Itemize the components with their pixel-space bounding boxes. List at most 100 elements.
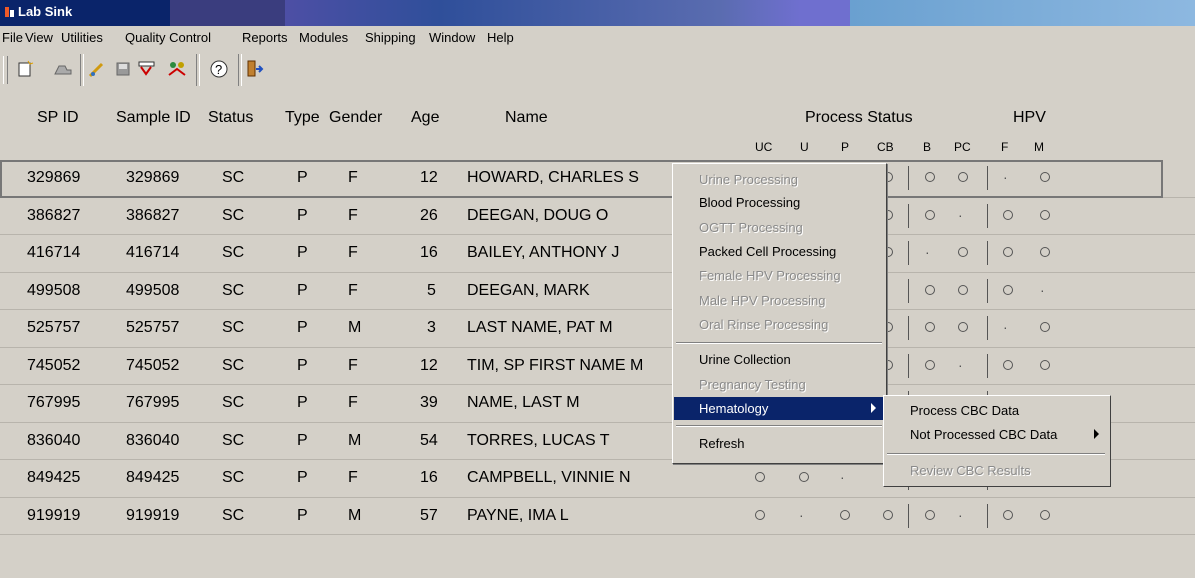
cell-status: SC bbox=[222, 506, 245, 524]
cell-status: SC bbox=[222, 281, 245, 299]
cell-type: P bbox=[297, 281, 308, 299]
menu-item-refresh[interactable]: Refresh bbox=[674, 432, 884, 455]
menu-item-urine-collection[interactable]: Urine Collection bbox=[674, 348, 884, 371]
status-dot-icon: · bbox=[958, 206, 963, 223]
cell-name: TIM, SP FIRST NAME M bbox=[467, 356, 644, 374]
cell-status: SC bbox=[222, 356, 245, 374]
column-divider bbox=[908, 278, 909, 303]
menu-item-ogtt-processing[interactable]: OGTT Processing bbox=[674, 216, 884, 239]
menu-item-male-hpv-processing[interactable]: Male HPV Processing bbox=[674, 289, 884, 312]
menu-item-packed-cell-processing[interactable]: Packed Cell Processing bbox=[674, 240, 884, 263]
disk-icon[interactable] bbox=[112, 58, 134, 80]
cell-sp-id: 416714 bbox=[27, 244, 81, 261]
exit-icon[interactable] bbox=[244, 58, 266, 80]
cell-sp-id: 525757 bbox=[27, 319, 81, 336]
app-icon bbox=[5, 7, 14, 17]
menu-item-label: Blood Processing bbox=[699, 195, 801, 210]
table-row[interactable]: 386827386827SCPF26DEEGAN, DOUG O·· bbox=[0, 198, 1195, 235]
col-sp-id[interactable]: SP ID bbox=[37, 109, 79, 127]
cell-gender: F bbox=[348, 394, 358, 411]
col-type[interactable]: Type bbox=[285, 109, 320, 127]
menu-file[interactable]: File bbox=[2, 30, 23, 45]
cell-type: P bbox=[297, 506, 308, 524]
col-sample-id[interactable]: Sample ID bbox=[116, 109, 191, 127]
menu-item-review-cbc-results[interactable]: Review CBC Results bbox=[885, 459, 1107, 482]
cell-age: 3 bbox=[427, 319, 436, 336]
status-circle-icon bbox=[925, 284, 935, 295]
menu-reports[interactable]: Reports bbox=[242, 30, 288, 45]
menu-modules[interactable]: Modules bbox=[299, 30, 348, 45]
menu-utilities[interactable]: Utilities bbox=[61, 30, 103, 45]
cell-sample-id: 767995 bbox=[126, 394, 180, 411]
menu-item-oral-rinse-processing[interactable]: Oral Rinse Processing bbox=[674, 313, 884, 336]
table-row[interactable]: 416714416714SCPF16BAILEY, ANTHONY J·· bbox=[0, 235, 1195, 272]
cell-type: P bbox=[297, 469, 308, 486]
col-p: P bbox=[841, 140, 850, 154]
save-icon[interactable] bbox=[52, 58, 74, 80]
menu-item-urine-processing[interactable]: Urine Processing bbox=[674, 168, 884, 191]
cell-gender: M bbox=[348, 431, 362, 449]
filter-icon[interactable] bbox=[136, 58, 158, 80]
cell-status: SC bbox=[222, 244, 245, 261]
menu-item-pregnancy-testing[interactable]: Pregnancy Testing bbox=[674, 373, 884, 396]
status-circle-icon bbox=[925, 509, 935, 520]
menu-window[interactable]: Window bbox=[429, 30, 475, 45]
col-hpv: HPV bbox=[1013, 109, 1046, 126]
col-gender[interactable]: Gender bbox=[329, 109, 382, 127]
status-circle-icon bbox=[755, 509, 765, 520]
menu-shipping[interactable]: Shipping bbox=[365, 30, 416, 45]
cell-sample-id: 849425 bbox=[126, 469, 180, 486]
cell-name: DEEGAN, DOUG O bbox=[467, 206, 609, 224]
menu-item-label: Male HPV Processing bbox=[699, 293, 826, 308]
toolbar-separator bbox=[238, 54, 242, 86]
col-u: U bbox=[800, 140, 809, 154]
status-circle-icon bbox=[925, 209, 935, 220]
menu-view[interactable]: View bbox=[25, 30, 53, 45]
menu-help[interactable]: Help bbox=[487, 30, 514, 45]
status-dot-icon: · bbox=[925, 244, 930, 260]
table-row[interactable]: 745052745052SCPF12TIM, SP FIRST NAME M·· bbox=[0, 348, 1195, 385]
status-dot-icon: · bbox=[958, 356, 963, 373]
menu-quality-control[interactable]: Quality Control bbox=[125, 30, 211, 45]
column-divider bbox=[987, 503, 988, 528]
cell-age: 39 bbox=[420, 394, 438, 411]
cell-name: TORRES, LUCAS T bbox=[467, 431, 610, 449]
table-row[interactable]: 919919 919919 SC P M 57 PAYNE, IMA L · · bbox=[0, 498, 1195, 535]
users-icon[interactable] bbox=[166, 58, 188, 80]
toolbar-grip[interactable] bbox=[3, 56, 8, 84]
column-divider bbox=[908, 203, 909, 228]
status-dot-icon: · bbox=[799, 506, 804, 523]
table-row[interactable]: 525757525757SCPM3LAST NAME, PAT M·· bbox=[0, 310, 1195, 347]
menu-item-label: Urine Processing bbox=[699, 172, 798, 187]
col-hpv-f: F bbox=[1001, 140, 1009, 154]
cell-sample-id: 499508 bbox=[126, 281, 180, 299]
col-age[interactable]: Age bbox=[411, 109, 439, 127]
hematology-submenu: Process CBC Data Not Processed CBC Data … bbox=[883, 395, 1111, 487]
col-status[interactable]: Status bbox=[208, 109, 253, 127]
col-name[interactable]: Name bbox=[505, 109, 548, 127]
cell-gender: F bbox=[348, 356, 358, 374]
table-row[interactable]: 499508499508SCPF5DEEGAN, MARK·· bbox=[0, 273, 1195, 310]
status-dot-icon: · bbox=[1040, 281, 1045, 298]
menu-item-female-hpv-processing[interactable]: Female HPV Processing bbox=[674, 264, 884, 287]
cell-gender: M bbox=[348, 506, 362, 524]
menu-item-not-processed-cbc-data[interactable]: Not Processed CBC Data bbox=[885, 423, 1107, 446]
menu-separator bbox=[676, 425, 882, 427]
cell-name: CAMPBELL, VINNIE N bbox=[467, 469, 631, 486]
new-icon[interactable] bbox=[14, 58, 36, 80]
cell-sp-id: 767995 bbox=[27, 394, 81, 411]
column-divider bbox=[987, 278, 988, 303]
menu-item-process-cbc-data[interactable]: Process CBC Data bbox=[885, 399, 1107, 422]
menu-item-hematology[interactable]: Hematology bbox=[674, 397, 884, 420]
cell-type: P bbox=[297, 206, 308, 224]
cell-sample-id: 525757 bbox=[126, 319, 180, 336]
menu-item-label: Not Processed CBC Data bbox=[910, 427, 1058, 442]
help-icon[interactable]: ? bbox=[204, 58, 234, 80]
cell-age: 5 bbox=[427, 281, 436, 299]
edit-icon[interactable] bbox=[86, 58, 108, 80]
menu-item-blood-processing[interactable]: Blood Processing bbox=[674, 191, 884, 214]
col-cb: CB bbox=[877, 140, 894, 154]
cell-status: SC bbox=[222, 431, 245, 449]
column-divider bbox=[908, 503, 909, 528]
column-divider bbox=[987, 203, 988, 228]
